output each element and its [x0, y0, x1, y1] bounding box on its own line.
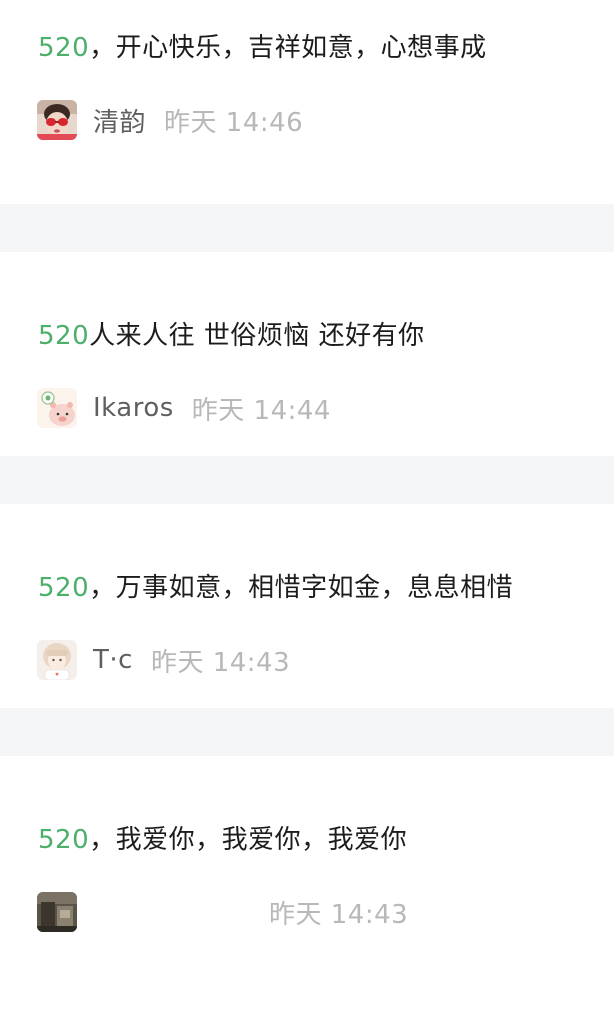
comment-tag[interactable]: 520: [38, 33, 89, 63]
separator: [0, 456, 614, 504]
timestamp: 昨天 14:43: [269, 899, 409, 930]
comment-text: 520，我爱你，我爱你，我爱你: [38, 824, 407, 856]
timestamp: 昨天 14:43: [150, 647, 291, 678]
comment-tag[interactable]: 520: [38, 573, 89, 603]
comment-meta: Ikaros 昨天 14:44: [37, 388, 331, 428]
avatar[interactable]: [37, 388, 77, 428]
comment-tag[interactable]: 520: [38, 321, 89, 351]
username[interactable]: Ikaros: [93, 393, 174, 423]
comment-card: 520人来人往 世俗烦恼 还好有你 Ikaros 昨天 14:44: [0, 252, 614, 456]
comment-card: 520，我爱你，我爱你，我爱你 昨天 14:43: [0, 756, 614, 964]
comment-body: 人来人往 世俗烦恼 还好有你: [89, 321, 425, 351]
username[interactable]: T·c: [93, 645, 133, 675]
separator: [0, 708, 614, 756]
username[interactable]: 清韵: [93, 102, 146, 139]
comment-meta: 清韵 昨天 14:46: [37, 100, 303, 140]
girl-red-sunglasses-avatar-icon: [37, 100, 77, 140]
anime-girl-avatar-icon: [37, 640, 77, 680]
comment-tag[interactable]: 520: [38, 825, 89, 855]
comment-feed: 520，开心快乐，吉祥如意，心想事成 清韵 昨天 14:46 520人来人往 世…: [0, 0, 614, 964]
comment-body: ，万事如意，相惜字如金，息息相惜: [89, 573, 514, 603]
avatar[interactable]: [37, 892, 77, 932]
comment-text: 520，万事如意，相惜字如金，息息相惜: [38, 572, 513, 604]
comment-meta: T·c 昨天 14:43: [37, 640, 290, 680]
timestamp: 昨天 14:46: [164, 107, 304, 138]
comment-card: 520，万事如意，相惜字如金，息息相惜 T·c 昨天 14:43: [0, 504, 614, 708]
comment-card: 520，开心快乐，吉祥如意，心想事成 清韵 昨天 14:46: [0, 0, 614, 204]
timestamp: 昨天 14:44: [191, 395, 331, 426]
pig-cartoon-avatar-icon: [37, 388, 77, 428]
comment-text: 520，开心快乐，吉祥如意，心想事成: [38, 32, 487, 64]
comment-body: ，我爱你，我爱你，我爱你: [89, 825, 408, 855]
comment-text: 520人来人往 世俗烦恼 还好有你: [38, 320, 425, 352]
dark-photo-avatar-icon: [37, 892, 77, 932]
avatar[interactable]: [37, 100, 77, 140]
separator: [0, 204, 614, 252]
comment-body: ，开心快乐，吉祥如意，心想事成: [89, 33, 487, 63]
comment-meta: 昨天 14:43: [37, 892, 408, 932]
avatar[interactable]: [37, 640, 77, 680]
